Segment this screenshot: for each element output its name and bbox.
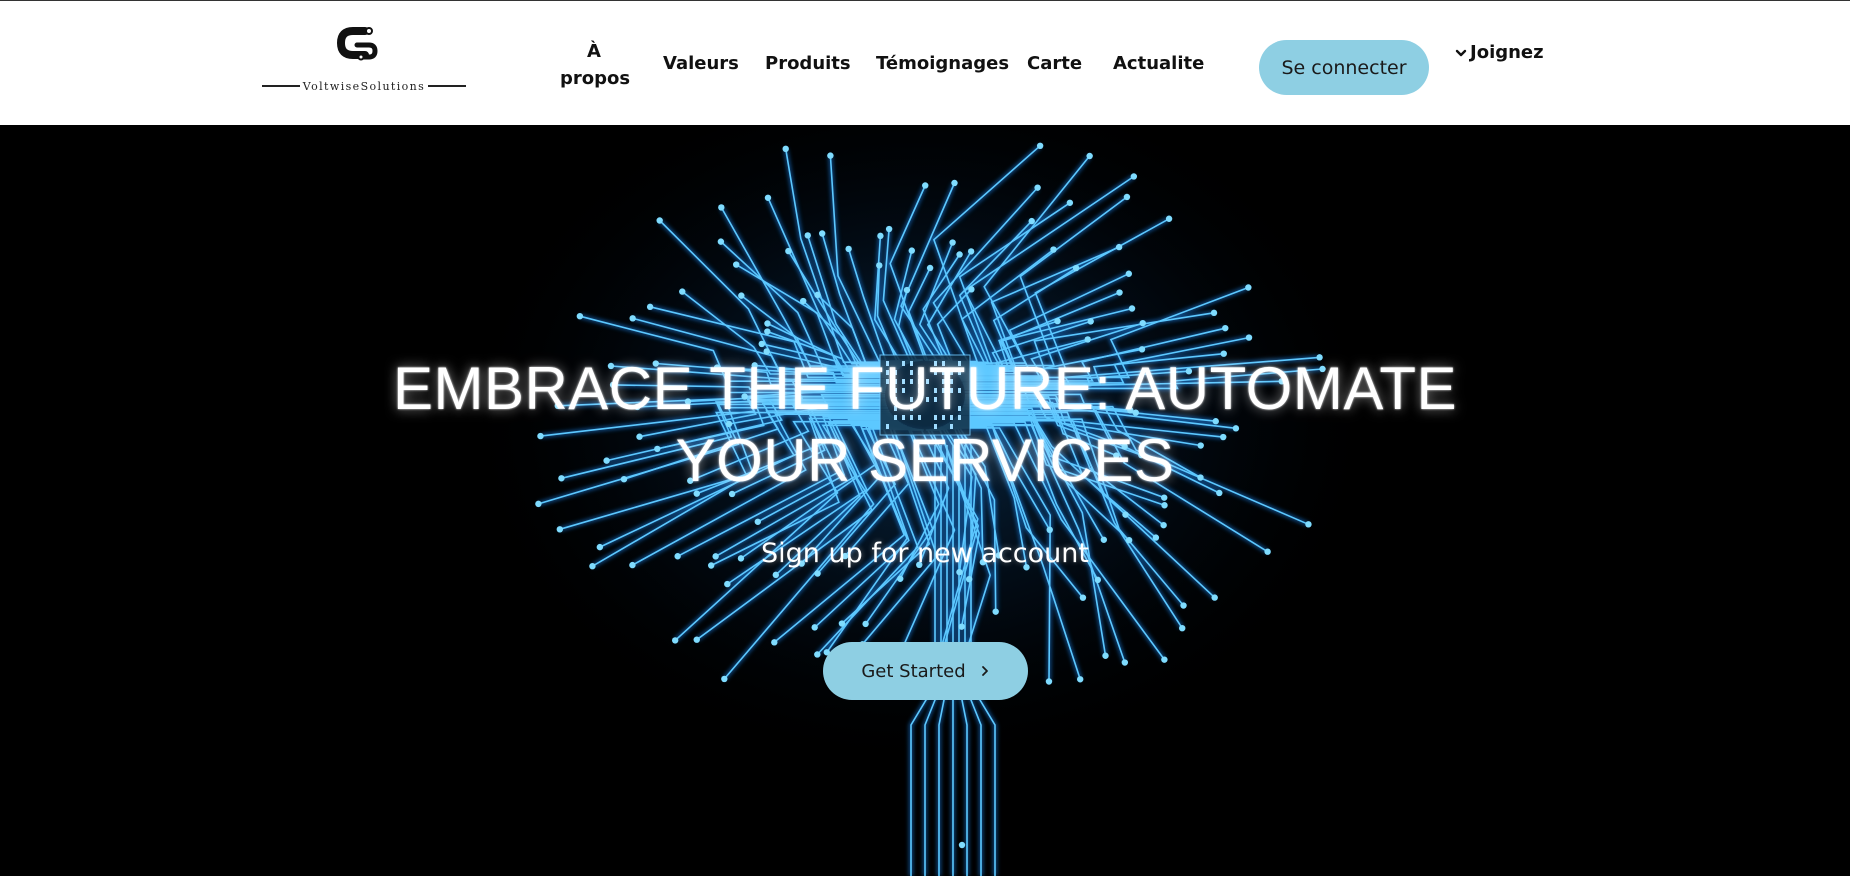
logo-wordmark: VoltwiseSolutions [262,78,466,94]
hero-headline: EMBRACE THE FUTURE: AUTOMATE YOUR SERVIC… [392,355,1458,494]
hero-section: EMBRACE THE FUTURE: AUTOMATE YOUR SERVIC… [0,125,1850,876]
nav-item-apropos[interactable]: À propos [560,38,630,92]
site-header: VoltwiseSolutions À propos Valeurs Produ… [0,0,1850,125]
logo-name: VoltwiseSolutions [302,79,426,93]
c-link-logo-icon [336,27,378,61]
brand-logo[interactable]: VoltwiseSolutions [262,23,466,93]
nav-item-actualite[interactable]: Actualite [1113,53,1204,74]
nav-item-temoignages[interactable]: Témoignages [876,53,1009,74]
get-started-button[interactable]: Get Started [823,642,1028,700]
get-started-label: Get Started [861,660,966,682]
nav-item-valeurs[interactable]: Valeurs [663,53,739,74]
chevron-down-icon [1455,49,1467,56]
hero-subline: Sign up for new account [761,538,1089,569]
join-dropdown[interactable]: Joignez [1455,42,1544,63]
nav-item-produits[interactable]: Produits [765,53,851,74]
logo-rule-right [428,85,466,87]
circuit-brain-image [450,125,1390,876]
chevron-right-icon [981,666,988,676]
login-button[interactable]: Se connecter [1259,40,1429,95]
join-label: Joignez [1470,42,1544,63]
logo-rule-left [262,85,300,87]
nav-item-carte[interactable]: Carte [1027,53,1082,74]
